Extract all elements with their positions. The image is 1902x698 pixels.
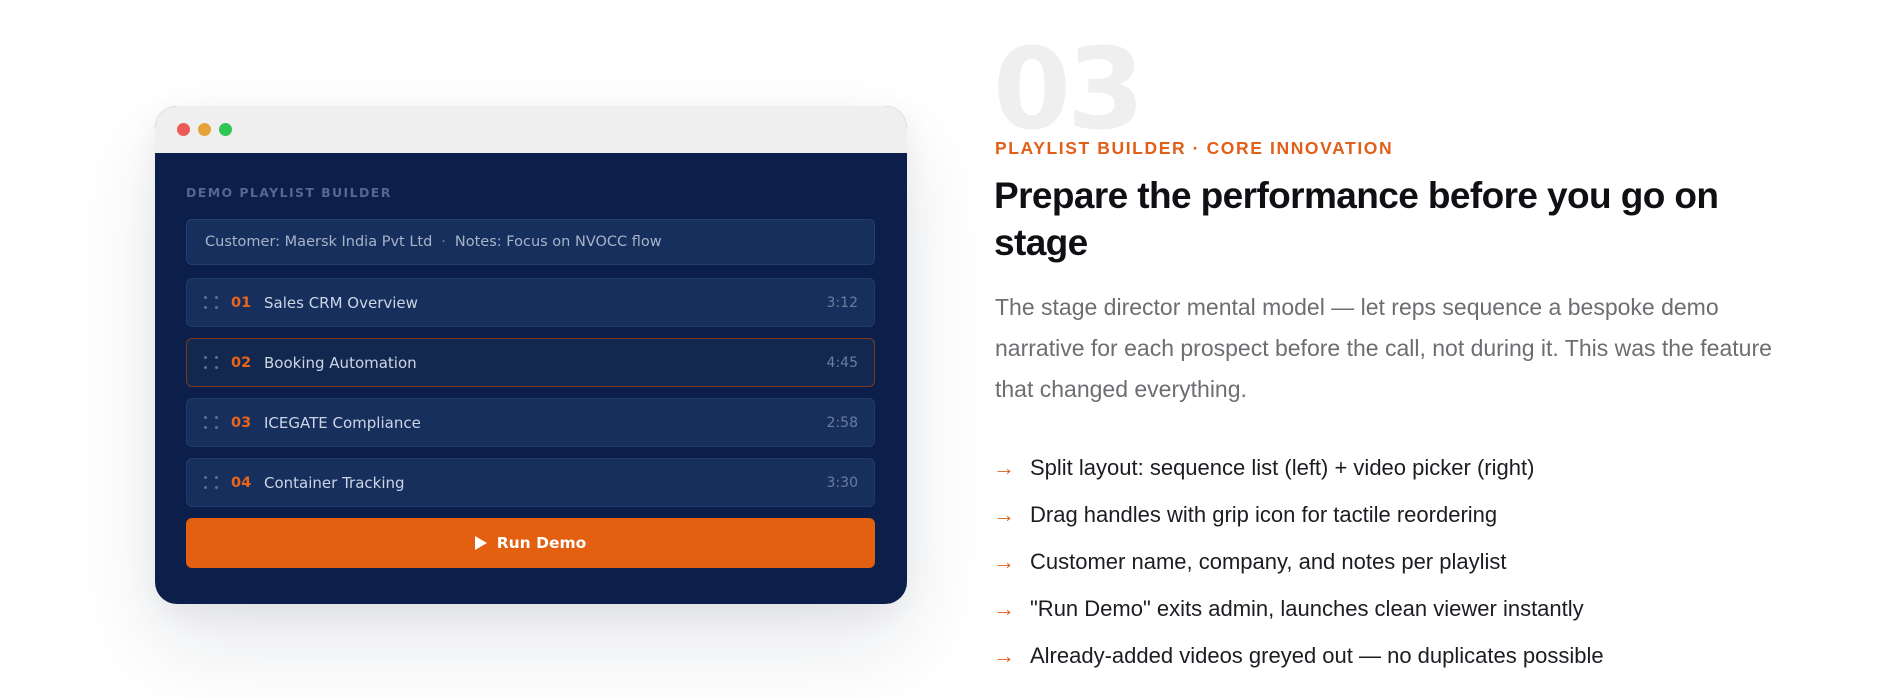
playlist-item-title: ICEGATE Compliance (264, 413, 421, 432)
feature-text: Customer name, company, and notes per pl… (1030, 548, 1507, 574)
feature-item: → Split layout: sequence list (left) + v… (993, 444, 1793, 491)
playlist-item-duration: 4:45 (826, 354, 858, 371)
customer-name: Customer: Maersk India Pvt Ltd (205, 234, 433, 250)
customer-notes: Notes: Focus on NVOCC flow (454, 234, 662, 250)
minimize-dot-icon (198, 123, 211, 136)
feature-item: → Already-added videos greyed out — no d… (993, 632, 1793, 679)
playlist-item[interactable]: 01 Sales CRM Overview 3:12 (186, 278, 875, 327)
feature-item: → Drag handles with grip icon for tactil… (993, 491, 1793, 538)
maximize-dot-icon (219, 123, 232, 136)
section-eyebrow: PLAYLIST BUILDER · CORE INNOVATION (995, 138, 1394, 158)
play-icon (474, 536, 487, 550)
feature-list: → Split layout: sequence list (left) + v… (993, 444, 1793, 679)
window-body: DEMO PLAYLIST BUILDER Customer: Maersk I… (155, 153, 907, 568)
window-titlebar (155, 106, 907, 153)
playlist-item[interactable]: 02 Booking Automation 4:45 (186, 338, 875, 387)
playlist-builder-mockup: DEMO PLAYLIST BUILDER Customer: Maersk I… (155, 106, 907, 604)
arrow-right-icon: → (993, 642, 1015, 668)
close-dot-icon (177, 123, 190, 136)
separator: · (441, 234, 446, 250)
run-demo-button[interactable]: Run Demo (186, 518, 875, 568)
playlist-item-duration: 2:58 (826, 414, 858, 431)
arrow-right-icon: → (993, 595, 1015, 621)
builder-label: DEMO PLAYLIST BUILDER (186, 185, 392, 200)
feature-item: → "Run Demo" exits admin, launches clean… (993, 585, 1793, 632)
feature-text: Already-added videos greyed out — no dup… (1030, 642, 1604, 668)
playlist-item-title: Booking Automation (264, 353, 417, 372)
playlist-item[interactable]: 04 Container Tracking 3:30 (186, 458, 875, 507)
grip-icon[interactable] (204, 295, 219, 310)
grip-icon[interactable] (204, 415, 219, 430)
arrow-right-icon: → (993, 501, 1015, 527)
playlist-item-number: 04 (231, 474, 252, 491)
section-number: 03 (993, 25, 1145, 155)
section-headline: Prepare the performance before you go on… (994, 175, 1719, 263)
page: DEMO PLAYLIST BUILDER Customer: Maersk I… (0, 0, 1902, 698)
feature-text: Drag handles with grip icon for tactile … (1030, 501, 1498, 527)
playlist-item-number: 02 (231, 354, 252, 371)
playlist-item-duration: 3:30 (826, 474, 858, 491)
feature-text: "Run Demo" exits admin, launches clean v… (1030, 595, 1584, 621)
feature-text: Split layout: sequence list (left) + vid… (1030, 454, 1535, 480)
playlist-item-title: Container Tracking (264, 473, 405, 492)
customer-notes-field[interactable]: Customer: Maersk India Pvt Ltd · Notes: … (186, 219, 875, 265)
feature-item: → Customer name, company, and notes per … (993, 538, 1793, 585)
arrow-right-icon: → (993, 454, 1015, 480)
playlist-item-duration: 3:12 (826, 294, 858, 311)
section-description: The stage director mental model — let re… (995, 294, 1772, 402)
grip-icon[interactable] (204, 355, 219, 370)
arrow-right-icon: → (993, 548, 1015, 574)
run-demo-label: Run Demo (496, 534, 587, 552)
playlist-item-number: 03 (231, 414, 252, 431)
grip-icon[interactable] (204, 475, 219, 490)
playlist-item-title: Sales CRM Overview (264, 293, 418, 312)
playlist-item[interactable]: 03 ICEGATE Compliance 2:58 (186, 398, 875, 447)
playlist-item-number: 01 (231, 294, 252, 311)
